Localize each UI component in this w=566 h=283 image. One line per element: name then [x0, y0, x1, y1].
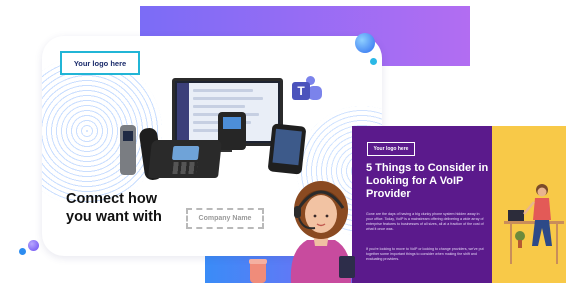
woman-at-desk-illustration [504, 184, 564, 264]
ebook-title: 5 Things to Consider in Looking for A Vo… [366, 162, 489, 200]
decorative-dot [355, 33, 375, 53]
decorative-dot [19, 248, 26, 255]
microsoft-teams-icon: T [292, 76, 322, 102]
video-phone-image [267, 123, 307, 175]
company-name-placeholder: Company Name [186, 208, 264, 229]
cordless-phone-image [120, 125, 136, 175]
ebook-paragraph-1: Gone are the days of having a big clunky… [366, 212, 484, 231]
decorative-dot [28, 240, 39, 251]
decorative-dot [370, 58, 377, 65]
coffee-mug-illustration [249, 259, 267, 283]
ebook-paragraph-2: If you're looking to move to VoIP or loo… [366, 247, 484, 261]
logo-placeholder: Your logo here [60, 51, 140, 75]
ip-phone-image [218, 112, 246, 150]
headline-line-1: Connect how [66, 191, 158, 207]
desk-phone-image [148, 140, 222, 178]
support-agent-illustration [290, 181, 355, 283]
ebook-preview: Your logo here 5 Things to Consider in L… [352, 126, 566, 283]
ebook-logo-placeholder: Your logo here [367, 142, 415, 156]
